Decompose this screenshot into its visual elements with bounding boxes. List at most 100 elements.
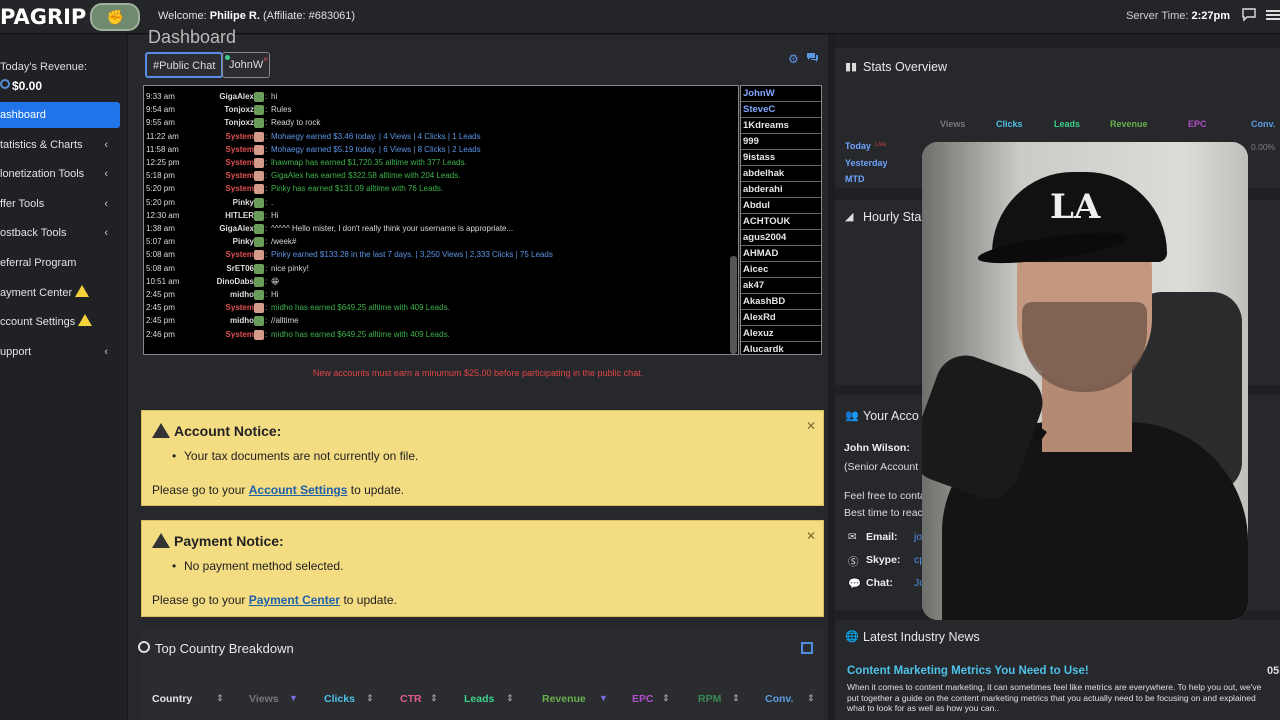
payment-notice: Payment Notice: ✕ • No payment method se… [141,520,824,617]
close-tab-icon[interactable]: × [263,47,268,71]
table-header-country[interactable]: Country [152,693,192,705]
chat-username[interactable]: GigaAlex [219,90,254,103]
chat-separator: : [265,144,268,154]
table-header-epc[interactable]: EPC [632,693,654,705]
sidebar-item[interactable]: eferral Program [0,250,120,276]
chat-username[interactable]: System [226,248,254,261]
tab-public-chat[interactable]: #Public Chat [145,52,224,78]
table-header-views[interactable]: Views [249,693,279,705]
sidebar-item[interactable]: ayment Center [0,280,120,306]
sort-icon[interactable]: ⇕ [662,693,670,704]
chat-username[interactable]: System [226,143,254,156]
chat-user-item[interactable]: 1Kdreams [741,118,821,134]
stats-row-label[interactable]: Yesterday [845,158,888,168]
chat-user-item[interactable]: 999 [741,134,821,150]
chat-scrollbar[interactable] [730,256,737,354]
chat-username[interactable]: SrET06 [226,262,254,275]
sidebar-item[interactable]: ffer Tools ‹ [0,191,120,217]
chat-username[interactable]: Pinky [233,196,254,209]
chevron-left-icon: ‹ [104,227,108,240]
avatar-icon [254,158,264,168]
chat-username[interactable]: midho [230,314,254,327]
warning-icon [78,314,93,327]
chat-message: 2:46 pm System: midho has earned $649.25 a… [144,328,734,341]
stats-title: Stats Overview [863,60,948,74]
avatar-icon [254,184,264,195]
stats-row-label[interactable]: MTD [845,174,865,184]
sidebar-item[interactable]: ashboard [0,102,120,128]
chat-username[interactable]: HITLER [225,209,254,222]
chat-user-item[interactable]: abderahi [741,182,821,198]
chat-user-list[interactable]: JohnW SteveC 1Kdreams 999 9istass abdelhak abd… [740,85,822,355]
chat-username[interactable]: DinoDabs [217,275,254,288]
chat-username[interactable]: System [226,156,254,169]
sort-icon[interactable]: ⇕ [506,693,514,704]
chat-bubbles-icon[interactable] [806,52,819,66]
sort-icon[interactable]: ⇕ [366,693,374,704]
tab-private-chat[interactable]: JohnW × [222,52,271,78]
stats-row-label[interactable]: Today [845,141,871,151]
table-header-revenue[interactable]: Revenue [542,693,586,705]
chat-user-item[interactable]: ACHTOUK [741,214,821,230]
gear-icon[interactable]: ⚙ [788,52,799,66]
chat-username[interactable]: System [226,301,254,314]
chat-user-item[interactable]: AHMAD [741,246,821,262]
sidebar-item[interactable]: upport ‹ [0,339,120,365]
logo[interactable]: PAGRIP ✊ [0,3,141,31]
external-link-icon[interactable] [801,642,813,654]
chat-message: 5:18 pm System: GigaAlex has earned $322.5… [144,169,734,182]
sidebar-item[interactable]: tatistics & Charts ‹ [0,132,120,158]
chat-messages[interactable]: 9:33 am GigaAlex: hi 9:54 am Tonjoxz: Rules 9:… [143,85,739,355]
chat-username[interactable]: midho [230,288,254,301]
table-header-leads[interactable]: Leads [464,693,494,705]
sort-icon[interactable]: ▼ [599,693,608,703]
avatar-icon [254,131,264,142]
chat-user-item[interactable]: AlexRd [741,310,821,326]
chat-username[interactable]: System [226,130,254,143]
chat-time: 11:22 am [146,131,179,141]
chat-user-item[interactable]: Alexuz [741,326,821,342]
user-name: Philipe R. [209,10,260,22]
sort-icon[interactable]: ⇕ [216,693,224,704]
sort-icon[interactable]: ⇕ [807,693,815,704]
chat-user-item[interactable]: Aicec [741,262,821,278]
news-headline[interactable]: Content Marketing Metrics You Need to Us… [847,665,1089,677]
chat-user-item[interactable]: AkashBD [741,294,821,310]
chat-user-item[interactable]: abdelhak [741,166,821,182]
chat-separator: : [265,158,268,167]
table-header-ctr[interactable]: CTR [400,693,422,705]
sidebar-item[interactable]: ostback Tools ‹ [0,220,120,246]
table-header-clicks[interactable]: Clicks [324,693,355,705]
table-header-conv[interactable]: Conv. [765,693,793,705]
close-icon[interactable]: ✕ [806,529,816,543]
chat-user-item[interactable]: Alucardk [741,342,821,354]
chat-user-item[interactable]: SteveC [741,102,821,118]
chat-username[interactable]: System [226,182,254,195]
table-header-rpm[interactable]: RPM [698,693,721,705]
menu-icon[interactable] [1266,8,1280,22]
account-settings-link[interactable]: Account Settings [249,483,348,497]
avatar-icon [254,316,264,327]
chat-user-item[interactable]: ak47 [741,278,821,294]
sort-icon[interactable]: ▼ [289,693,298,703]
chat-username[interactable]: System [226,328,254,341]
chat-username[interactable]: Pinky [233,235,254,248]
chat-user-item[interactable]: 9istass [741,150,821,166]
sort-icon[interactable]: ⇕ [732,693,740,704]
email-value[interactable]: jo [914,531,922,543]
sort-icon[interactable]: ⇕ [430,693,438,704]
chat-user-item[interactable]: agus2004 [741,230,821,246]
close-icon[interactable]: ✕ [806,419,816,433]
chat-username[interactable]: GigaAlex [219,222,254,235]
sidebar-item[interactable]: ccount Settings [0,309,120,335]
chat-icon[interactable] [1241,8,1257,22]
chat-message: 5:08 am System: Pinky earned $133.28 in th… [144,248,734,261]
payment-center-link[interactable]: Payment Center [249,593,340,607]
chat-user-item[interactable]: Abdul [741,198,821,214]
chat-user-item[interactable]: JohnW [741,86,821,102]
chat-message: 12:30 am HITLER: Hi [144,209,734,222]
chat-username[interactable]: System [226,169,254,182]
chat-username[interactable]: Tonjoxz [224,116,254,129]
sidebar-item[interactable]: lonetization Tools ‹ [0,161,120,187]
chat-username[interactable]: Tonjoxz [224,103,254,116]
